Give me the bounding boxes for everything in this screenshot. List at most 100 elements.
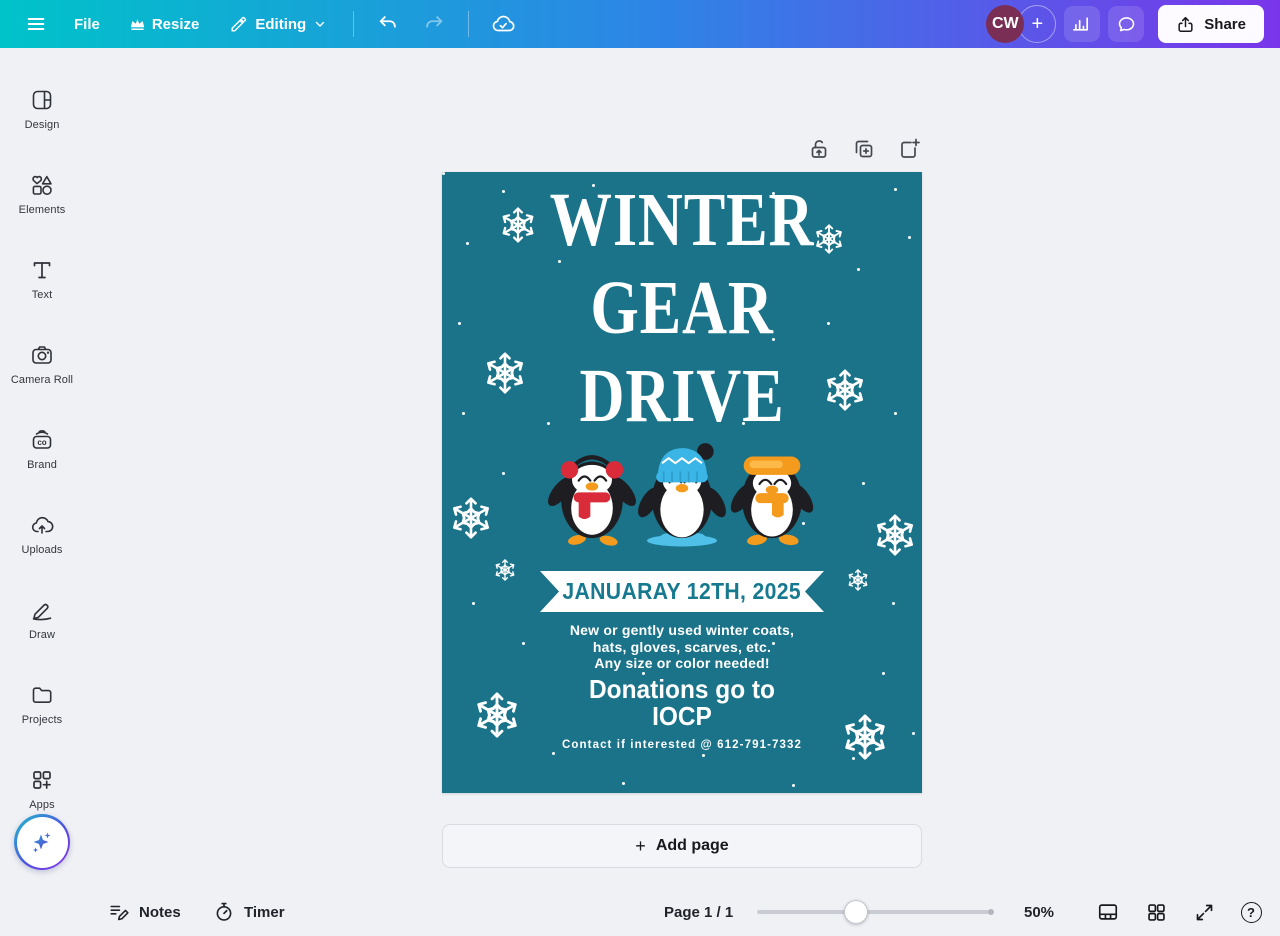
poster-title-line: WINTER (549, 178, 815, 262)
apps-grid-icon (30, 768, 54, 792)
duplicate-page-icon (852, 137, 876, 161)
grid-view-button[interactable] (1136, 892, 1176, 932)
timer-button[interactable]: Timer (203, 894, 295, 930)
snowflake-icon (494, 559, 516, 581)
canva-ai-assistant-button[interactable] (14, 814, 70, 870)
undo-icon (377, 13, 399, 35)
details-line: Any size or color needed! (594, 655, 770, 671)
duplicate-page-button[interactable] (851, 136, 877, 162)
cloud-save-status-button[interactable] (483, 4, 523, 44)
bottom-status-bar: Notes Timer Page 1 / 1 50% ? (0, 888, 1280, 936)
top-toolbar: File Resize Editing CW + Share (0, 0, 1280, 48)
sidebar-item-label: Uploads (21, 543, 63, 556)
poster-page[interactable]: WINTER GEAR DRIVE JANUARAY 12TH, 2025 Ne… (442, 172, 922, 793)
fullscreen-button[interactable] (1184, 892, 1224, 932)
comments-button[interactable] (1108, 6, 1145, 42)
penguin-goggles-illustration (730, 456, 814, 546)
pencil-icon (229, 15, 248, 34)
zoom-slider-track[interactable] (757, 900, 994, 924)
presentation-view-icon (1097, 901, 1119, 923)
toolbar-divider (468, 11, 470, 37)
sidebar-item-projects[interactable]: Projects (4, 671, 80, 737)
zoom-level-label: 50% (1024, 903, 1055, 921)
add-page-icon-button[interactable] (896, 136, 922, 162)
poster-donation-text[interactable]: Donations go to IOCP (456, 676, 907, 730)
redo-icon (423, 13, 445, 35)
grid-view-icon (1146, 902, 1167, 923)
contact-line: Contact if interested @ 612-791-7332 (561, 739, 802, 751)
lock-page-button[interactable] (806, 136, 832, 162)
zoom-slider-thumb[interactable] (844, 900, 869, 924)
design-icon (30, 88, 54, 112)
details-line: New or gently used winter coats, (569, 622, 795, 638)
camera-icon (30, 343, 54, 367)
file-menu-label: File (74, 15, 100, 33)
redo-button[interactable] (414, 4, 454, 44)
sidebar-item-brand[interactable]: co Brand (4, 416, 80, 482)
upload-cloud-icon (30, 513, 54, 537)
main-menu-button[interactable] (16, 4, 56, 44)
add-page-icon (897, 137, 921, 161)
unlock-icon (807, 137, 831, 161)
avatar-initials: CW (991, 15, 1019, 32)
sidebar-item-camera-roll[interactable]: Camera Roll (4, 331, 80, 397)
toolbar-divider (353, 11, 355, 37)
penguin-earmuffs-illustration (548, 455, 636, 546)
help-icon: ? (1240, 901, 1262, 923)
editing-mode-button[interactable]: Editing (217, 7, 339, 42)
fullscreen-expand-icon (1194, 902, 1215, 923)
file-menu-button[interactable]: File (62, 8, 112, 41)
brand-kit-icon: co (30, 428, 54, 452)
resize-button[interactable]: Resize (118, 8, 212, 41)
sidebar-item-label: Design (24, 118, 60, 131)
cloud-check-icon (491, 12, 515, 36)
text-icon (30, 258, 54, 282)
sidebar-item-label: Apps (29, 798, 55, 811)
snow-dots (442, 172, 445, 175)
notes-button[interactable]: Notes (98, 894, 191, 930)
penguin-beanie-illustration (638, 443, 726, 547)
share-button[interactable]: Share (1158, 5, 1264, 43)
sidebar-item-label: Camera Roll (10, 373, 74, 386)
page-controls (806, 136, 922, 162)
date-banner-text: JANUARAY 12TH, 2025 (562, 578, 802, 604)
poster-title-line: DRIVE (579, 354, 785, 438)
draw-pen-icon (30, 598, 54, 622)
donation-line: IOCP (652, 701, 712, 731)
share-label: Share (1204, 15, 1246, 33)
insights-button[interactable] (1064, 6, 1101, 42)
poster-contact-text[interactable]: Contact if interested @ 612-791-7332 (442, 739, 922, 751)
resize-label: Resize (151, 15, 200, 33)
sidebar-item-draw[interactable]: Draw (4, 586, 80, 652)
user-avatar[interactable]: CW (986, 5, 1025, 43)
sidebar-item-label: Brand (27, 458, 57, 471)
sidebar-item-label: Elements (18, 203, 66, 216)
brand-badge-text: co (37, 438, 46, 447)
sidebar-item-apps[interactable]: Apps (4, 756, 80, 822)
poster-title-line: GEAR (590, 266, 774, 350)
sidebar-item-text[interactable]: Text (4, 246, 80, 312)
poster-title[interactable]: WINTER GEAR DRIVE (485, 176, 879, 440)
crown-icon (130, 18, 145, 31)
timer-label: Timer (244, 903, 285, 921)
poster-details-text[interactable]: New or gently used winter coats, hats, g… (442, 622, 922, 672)
sidebar-item-label: Projects (21, 713, 63, 726)
timer-icon (213, 901, 235, 923)
sidebar-item-design[interactable]: Design (4, 76, 80, 142)
bar-chart-icon (1072, 14, 1092, 34)
help-button[interactable]: ? (1231, 892, 1271, 932)
donation-line: Donations go to (588, 674, 775, 704)
penguin-illustration-group[interactable] (442, 432, 922, 556)
present-view-button[interactable] (1088, 892, 1128, 932)
undo-button[interactable] (368, 4, 408, 44)
comment-bubble-icon (1116, 14, 1137, 35)
sparkle-icon (16, 816, 68, 868)
page-indicator: Page 1 / 1 (664, 903, 734, 921)
notes-icon (108, 901, 130, 923)
plus-icon: + (635, 835, 646, 856)
editing-mode-label: Editing (255, 15, 307, 33)
sidebar-item-elements[interactable]: Elements (4, 161, 80, 227)
date-banner-ribbon[interactable]: JANUARAY 12TH, 2025 (540, 571, 824, 612)
add-page-button[interactable]: + Add page (442, 824, 922, 868)
sidebar-item-uploads[interactable]: Uploads (4, 501, 80, 567)
